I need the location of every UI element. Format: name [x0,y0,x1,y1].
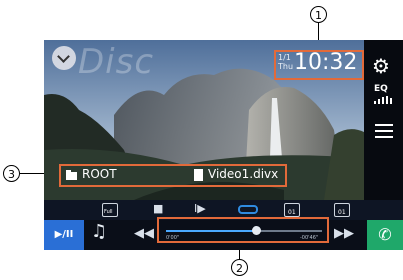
file-icon [194,169,203,181]
audio-track-number: 01 [288,209,296,216]
source-watermark: Disc [78,42,155,82]
stop-icon[interactable]: ■ [153,202,163,215]
audio-track-icon[interactable]: 01 [284,203,300,217]
phone-icon[interactable]: ✆ [367,220,403,250]
folder-icon [66,170,77,180]
play-pause-button[interactable]: ▶/II [44,220,84,250]
subtitle-icon[interactable]: 01 [334,203,350,217]
callout-1: 1 [310,6,327,23]
repeat-icon[interactable] [238,205,258,214]
remaining-time: -00'46" [300,235,319,241]
gear-icon[interactable]: ⚙ [372,54,390,78]
clock-date-bottom: Thu [278,62,294,71]
clock-date: 1/1 Thu [278,53,293,71]
eq-icon[interactable] [374,96,394,104]
folder-name: ROOT [82,167,117,181]
aspect-label: Full [104,209,113,215]
seek-bar-progress [166,230,257,232]
callout-2: 2 [231,259,248,276]
elapsed-time: 0'00" [166,235,180,241]
fast-forward-icon[interactable]: ▶▶ [334,226,354,241]
music-source-icon[interactable]: ♫ [91,221,107,242]
video-playback-screen: Disc 1/1 Thu 10:32 ⚙ EQ ROOT Video1.divx… [44,40,403,250]
back-chevron-icon[interactable] [52,46,76,70]
clock-time: 10:32 [294,50,358,75]
rewind-icon[interactable]: ◀◀ [134,226,154,241]
slow-play-icon[interactable]: I▶ [194,202,206,215]
callout-3: 3 [3,165,20,182]
list-icon[interactable] [375,124,393,138]
aspect-icon[interactable]: Full [102,203,118,217]
file-name: Video1.divx [208,167,279,181]
eq-label[interactable]: EQ [374,84,388,94]
clock-date-top: 1/1 [278,53,291,62]
subtitle-number: 01 [338,209,346,216]
